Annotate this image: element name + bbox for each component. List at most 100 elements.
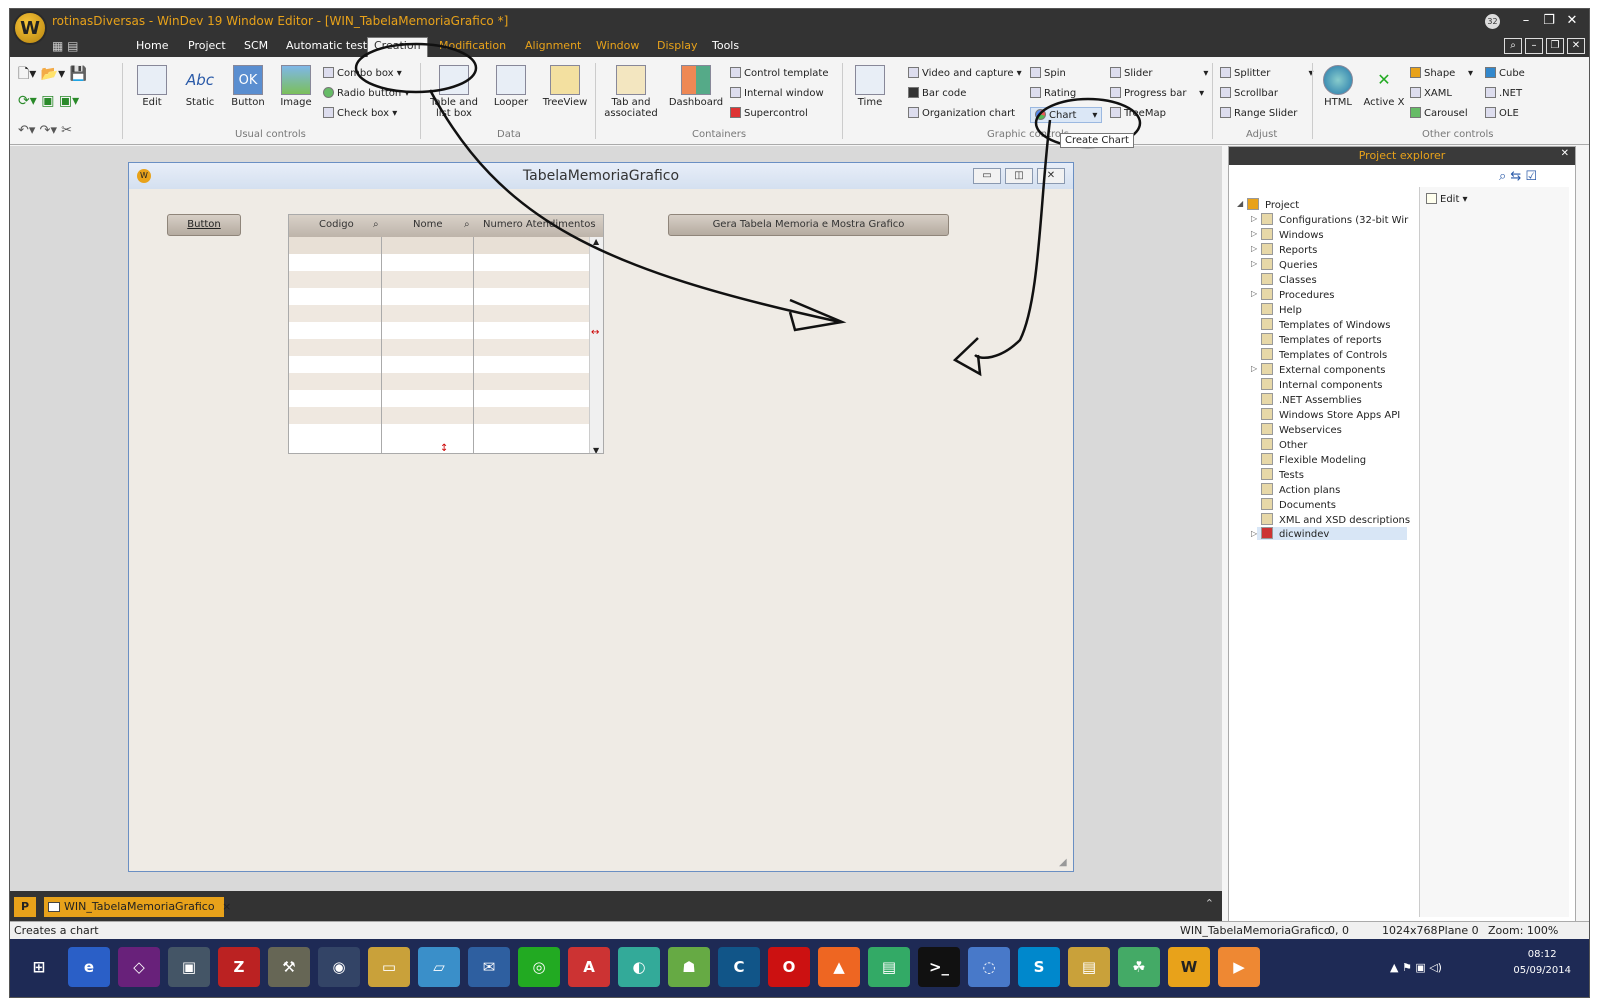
app-icon[interactable]: ◌	[968, 947, 1010, 987]
menu-automatic-tests[interactable]: Automatic tests	[280, 38, 379, 53]
expand-arrow-icon[interactable]: ▷	[1251, 214, 1257, 223]
cube-button[interactable]: Cube	[1485, 67, 1525, 79]
internal-window-button[interactable]: Internal window	[730, 87, 824, 99]
tree-item[interactable]: Templates of Controls	[1261, 348, 1387, 361]
windev-taskbar-icon[interactable]: W	[1168, 947, 1210, 987]
tree-item[interactable]: External components	[1261, 363, 1385, 376]
menu-scm[interactable]: SCM	[238, 38, 274, 53]
android-icon[interactable]: ☗	[668, 947, 710, 987]
static-control-button[interactable]: Abc Static	[178, 65, 222, 108]
table-header-numero-atendimentos[interactable]: Numero Atendimentos	[483, 219, 596, 230]
time-button[interactable]: Time	[850, 65, 890, 108]
ole-button[interactable]: OLE	[1485, 107, 1519, 119]
carousel-button[interactable]: Carousel	[1410, 107, 1468, 119]
filezilla-icon[interactable]: Z	[218, 947, 260, 987]
filter-icon[interactable]: ⌕	[373, 219, 379, 230]
search-icon[interactable]: ⌕ ⇆ ☑	[1499, 169, 1537, 184]
slider-button[interactable]: Slider ▾	[1110, 67, 1208, 79]
minimize-icon[interactable]: –	[1515, 11, 1537, 31]
tab-associated-button[interactable]: Tab and associated	[602, 65, 660, 119]
tree-item[interactable]: Flexible Modeling	[1261, 453, 1366, 466]
mdi-minimize-icon[interactable]: –	[1525, 38, 1543, 54]
media-player-icon[interactable]: ▶	[1218, 947, 1260, 987]
system-tray-icons[interactable]: ▲ ⚑ ▣ ◁)	[1390, 961, 1442, 974]
splitter-button[interactable]: Splitter ▾	[1220, 67, 1314, 79]
resize-handle-icon[interactable]: ↕	[440, 443, 448, 454]
tree-item[interactable]: Windows Store Apps API	[1261, 408, 1400, 421]
menu-home[interactable]: Home	[130, 38, 174, 53]
table-row[interactable]	[289, 254, 589, 271]
rating-button[interactable]: Rating	[1030, 87, 1076, 99]
spin-button[interactable]: Spin	[1030, 67, 1066, 79]
bar-code-button[interactable]: Bar code	[908, 87, 966, 99]
table-listbox-button[interactable]: Table and list box	[427, 65, 481, 119]
filter-icon[interactable]: ⌕	[464, 219, 470, 230]
skype-icon[interactable]: S	[1018, 947, 1060, 987]
chrome-icon[interactable]: ◐	[618, 947, 660, 987]
generate-table-chart-button[interactable]: Gera Tabela Memoria e Mostra Grafico	[668, 214, 949, 236]
chart-button[interactable]: Chart ▾	[1030, 107, 1103, 123]
designed-minimize-icon[interactable]: ▭	[973, 168, 1001, 184]
tree-item[interactable]: Templates of Windows	[1261, 318, 1390, 331]
tree-item[interactable]: .NET Assemblies	[1261, 393, 1362, 406]
folder-icon[interactable]: ▤	[1068, 947, 1110, 987]
tree-item[interactable]: Templates of reports	[1261, 333, 1382, 346]
control-template-button[interactable]: Control template	[730, 67, 828, 79]
tree-item[interactable]: Configurations (32-bit Wir	[1261, 213, 1408, 226]
table-header-nome[interactable]: Nome	[413, 219, 443, 230]
treeview-button[interactable]: TreeView	[540, 65, 590, 108]
postgresql-icon[interactable]: ◉	[318, 947, 360, 987]
pdf-icon[interactable]: A	[568, 947, 610, 987]
tree-item[interactable]: Classes	[1261, 273, 1317, 286]
menu-project[interactable]: Project	[182, 38, 232, 53]
table-row[interactable]	[289, 424, 589, 441]
file-explorer-icon[interactable]: ▭	[368, 947, 410, 987]
chevron-up-icon[interactable]: ⌃	[1205, 897, 1214, 910]
chart-app-icon[interactable]: ▤	[868, 947, 910, 987]
button-control-button[interactable]: OK Button	[226, 65, 270, 108]
expand-arrow-icon[interactable]: ▷	[1251, 259, 1257, 268]
menu-display[interactable]: Display	[651, 38, 704, 53]
ccleaner-icon[interactable]: C	[718, 947, 760, 987]
close-tab-icon[interactable]: ×	[222, 900, 231, 913]
table-row[interactable]	[289, 288, 589, 305]
table-row[interactable]	[289, 305, 589, 322]
table-row[interactable]	[289, 339, 589, 356]
menu-creation[interactable]: Creation	[367, 37, 428, 57]
close-panel-icon[interactable]: ✕	[1561, 148, 1569, 159]
table-row[interactable]	[289, 271, 589, 288]
edit-control-button[interactable]: Edit	[130, 65, 174, 108]
search-icon[interactable]: ⌕	[1504, 38, 1522, 54]
tree-item[interactable]: Queries	[1261, 258, 1318, 271]
dotnet-button[interactable]: .NET	[1485, 87, 1522, 99]
quick-access-icon[interactable]: ▦ ▤	[52, 39, 79, 53]
windows-start-icon[interactable]: ⊞	[18, 947, 60, 987]
table-row[interactable]	[289, 237, 589, 254]
restore-icon[interactable]: ❐	[1538, 11, 1560, 31]
menu-window[interactable]: Window	[590, 38, 645, 53]
memory-table[interactable]: Codigo ⌕ Nome ⌕ Numero Atendimentos ▲ ▼	[288, 214, 604, 454]
designed-maximize-icon[interactable]: ◫	[1005, 168, 1033, 184]
expand-arrow-icon[interactable]: ◢	[1237, 199, 1243, 208]
shape-button[interactable]: Shape ▾	[1410, 67, 1473, 79]
internet-explorer-icon[interactable]: e	[68, 947, 110, 987]
menu-modification[interactable]: Modification	[433, 38, 512, 53]
menu-tools[interactable]: Tools	[706, 38, 745, 53]
thunderbird-icon[interactable]: ✉	[468, 947, 510, 987]
notification-badge[interactable]: 32	[1485, 14, 1500, 29]
table-row[interactable]	[289, 390, 589, 407]
expand-arrow-icon[interactable]: ▷	[1251, 364, 1257, 373]
resize-handle-icon[interactable]: ↔	[591, 327, 599, 338]
range-slider-button[interactable]: Range Slider	[1220, 107, 1297, 119]
tree-item[interactable]: Tests	[1261, 468, 1304, 481]
organization-chart-button[interactable]: Organization chart	[908, 107, 1015, 119]
document-tab[interactable]: WIN_TabelaMemoriaGrafico ×	[44, 897, 231, 917]
tree-item[interactable]: Reports	[1261, 243, 1317, 256]
eye-icon[interactable]: ◎	[518, 947, 560, 987]
expand-arrow-icon[interactable]: ▷	[1251, 289, 1257, 298]
menu-alignment[interactable]: Alignment	[519, 38, 587, 53]
tree-item[interactable]: Other	[1261, 438, 1307, 451]
tree-item[interactable]: Procedures	[1261, 288, 1334, 301]
tree-item[interactable]: Webservices	[1261, 423, 1342, 436]
table-row[interactable]	[289, 322, 589, 339]
